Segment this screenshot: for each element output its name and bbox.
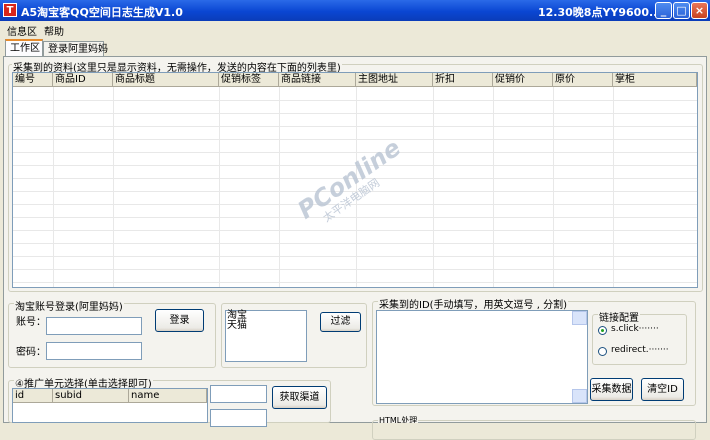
password-input[interactable] (46, 342, 142, 360)
platform-listbox[interactable]: 淘宝 天猫 (225, 310, 307, 362)
collect-data-button[interactable]: 采集数据 (590, 378, 633, 401)
col-header[interactable]: 促销标签 (219, 73, 279, 87)
clear-ids-button[interactable]: 清空ID (641, 378, 684, 401)
tab-workspace[interactable]: 工作区 (5, 39, 43, 56)
grid-column-line (113, 87, 114, 287)
channel-input-2[interactable] (210, 409, 267, 427)
grid-column-line (493, 87, 494, 287)
radio-redirect-label: redirect.······· (611, 345, 669, 355)
grid-row-line (13, 230, 697, 231)
ids-legend: 采集到的ID(手动填写，用英文逗号 , 分割) (378, 296, 568, 311)
ids-textarea[interactable] (376, 310, 588, 404)
col-header[interactable]: 主图地址 (356, 73, 433, 87)
col-header[interactable]: 商品链接 (279, 73, 356, 87)
col-header[interactable]: 掌柜 (613, 73, 697, 87)
account-label: 账号： (16, 317, 46, 328)
col-header[interactable]: 促销价 (493, 73, 553, 87)
html-legend: HTML处理 (378, 415, 419, 423)
col-header[interactable]: 编号 (13, 73, 53, 87)
grid-column-line (53, 87, 54, 287)
grid-row-line (13, 217, 697, 218)
login-button[interactable]: 登录 (155, 309, 204, 332)
title-notice: 12.30晚8点YY9600... (538, 6, 662, 19)
promo-col-header[interactable]: name (129, 389, 207, 403)
password-label: 密码： (16, 347, 46, 358)
grid-row-line (13, 126, 697, 127)
grid-column-line (613, 87, 614, 287)
col-header[interactable]: 折扣 (433, 73, 493, 87)
html-group (372, 420, 696, 440)
channel-input-1[interactable] (210, 385, 267, 403)
grid-row-line (13, 282, 697, 283)
radio-sclick[interactable] (598, 326, 607, 335)
grid-row-line (13, 269, 697, 270)
app-icon: T (3, 3, 17, 17)
menu-bar: 信息区 帮助 (0, 21, 710, 38)
col-header[interactable]: 商品ID (53, 73, 113, 87)
promo-col-header[interactable]: id (13, 389, 53, 403)
maximize-button[interactable]: □ (673, 2, 690, 19)
get-channel-button[interactable]: 获取渠道 (272, 386, 327, 409)
radio-sclick-label: s.click······· (611, 324, 659, 334)
grid-row-line (13, 152, 697, 153)
col-header[interactable]: 商品标题 (113, 73, 219, 87)
menu-info[interactable]: 信息区 (7, 23, 37, 38)
radio-redirect[interactable] (598, 347, 607, 356)
grid-row-line (13, 256, 697, 257)
grid-column-line (219, 87, 220, 287)
grid-row-line (13, 243, 697, 244)
minimize-button[interactable]: _ (655, 2, 672, 19)
grid-column-line (433, 87, 434, 287)
menu-help[interactable]: 帮助 (44, 23, 64, 38)
grid-row-line (13, 100, 697, 101)
grid-row-line (13, 113, 697, 114)
tab-alimama-login[interactable]: 登录阿里妈妈 (43, 41, 108, 56)
grid-row-line (13, 139, 697, 140)
close-button[interactable]: × (691, 2, 708, 19)
grid-column-line (553, 87, 554, 287)
window-title: A5淘宝客QQ空间日志生成V1.0 (21, 6, 183, 19)
col-header[interactable]: 原价 (553, 73, 613, 87)
title-bar: T A5淘宝客QQ空间日志生成V1.0 12.30晚8点YY9600... _ … (0, 0, 710, 21)
promo-table[interactable]: id subid name (12, 388, 208, 423)
scroll-down-button[interactable] (572, 389, 587, 403)
filter-button[interactable]: 过滤 (320, 312, 361, 332)
login-legend: 淘宝账号登录(阿里妈妈) (14, 298, 124, 313)
scroll-up-button[interactable] (572, 311, 587, 325)
grid-column-line (279, 87, 280, 287)
link-config-legend: 链接配置 (598, 309, 640, 324)
account-input[interactable] (46, 317, 142, 335)
option-tmall[interactable]: 天猫 (226, 321, 306, 331)
promo-col-header[interactable]: subid (53, 389, 129, 403)
